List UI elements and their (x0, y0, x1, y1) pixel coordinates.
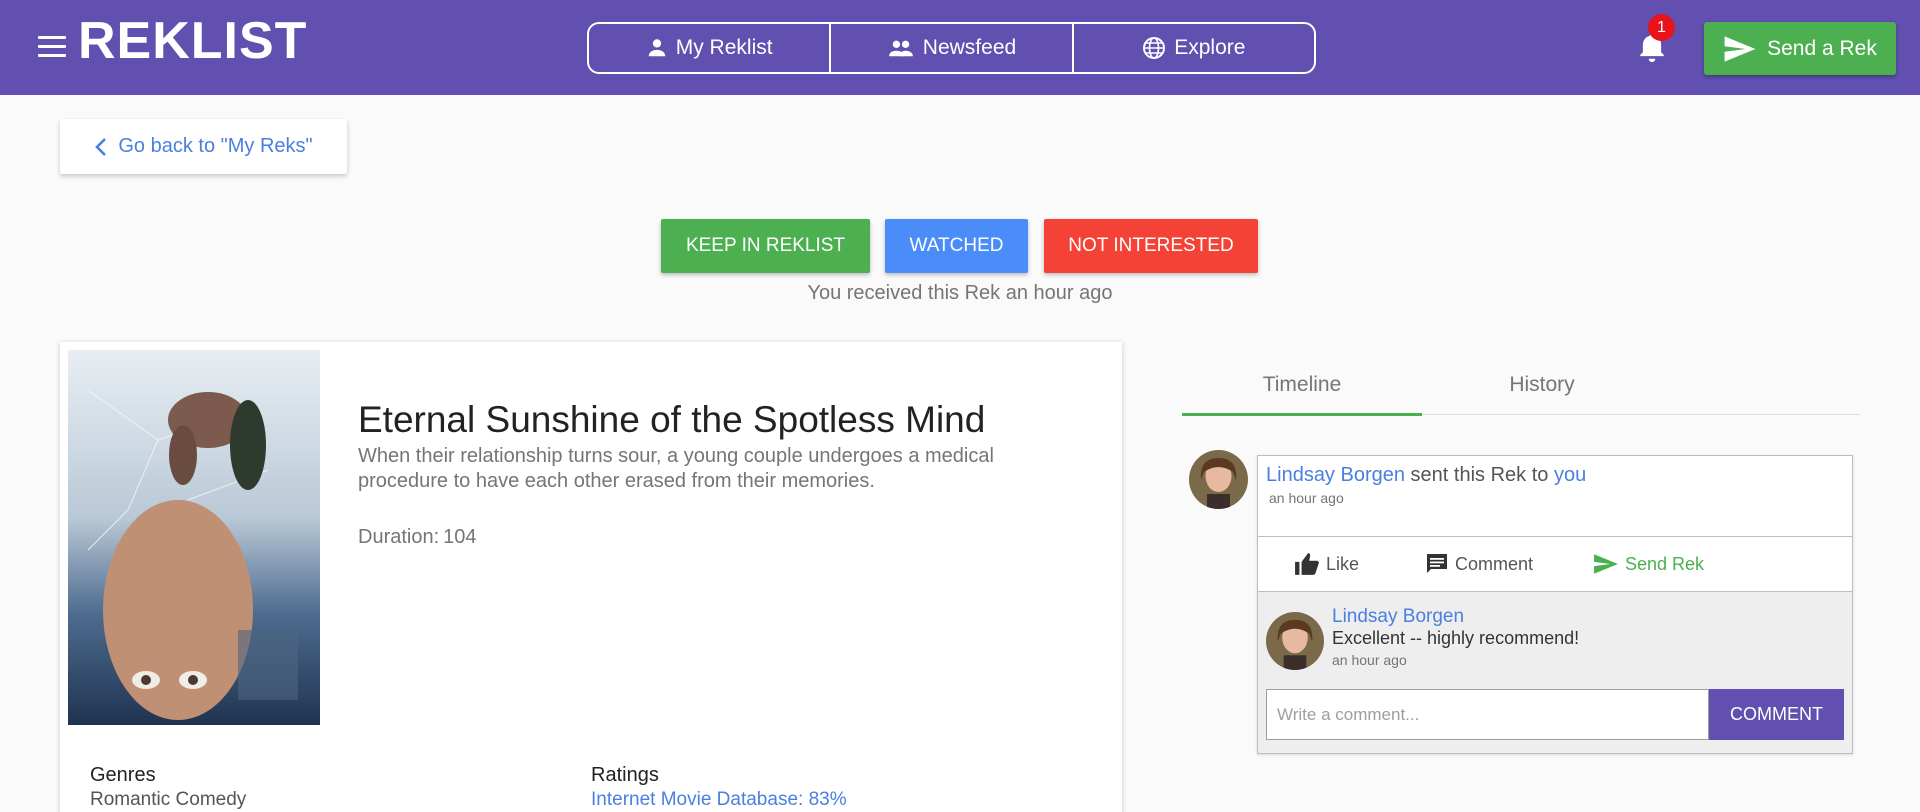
comment-time: an hour ago (1332, 652, 1407, 668)
comment-label: Comment (1455, 553, 1534, 574)
duration-value: 104 (443, 526, 477, 548)
movie-title: Eternal Sunshine of the Spotless Mind (358, 399, 986, 440)
go-back-label: Go back to "My Reks" (118, 135, 313, 157)
timeline-card: Lindsay Borgen sent this Rek to you an h… (1257, 455, 1853, 754)
sent-text: sent this Rek to (1410, 464, 1549, 486)
avatar[interactable] (1189, 450, 1248, 509)
logo-text: REKLIST (78, 12, 308, 70)
movie-duration: Duration: 104 (358, 526, 477, 549)
timeline-header: Lindsay Borgen sent this Rek to you (1266, 464, 1586, 487)
received-time: an hour ago (1005, 282, 1113, 304)
comment-button[interactable]: Comment (1425, 537, 1533, 591)
nav-label: My Reklist (675, 36, 773, 59)
nav-label: Explore (1174, 36, 1246, 59)
movie-description: When their relationship turns sour, a yo… (358, 445, 994, 492)
tab-history[interactable]: History (1422, 355, 1662, 415)
avatar[interactable] (1266, 612, 1324, 670)
comment-text: Excellent -- highly recommend! (1332, 628, 1580, 648)
genres-value: Romantic Comedy (90, 789, 247, 810)
movie-poster (68, 350, 320, 725)
app-header: REKLIST My Reklist Newsfeed Explore 1 Se… (0, 0, 1920, 95)
duration-label: Duration: (358, 526, 440, 548)
like-label: Like (1326, 553, 1360, 574)
nav-newsfeed[interactable]: Newsfeed (829, 24, 1071, 72)
tab-timeline[interactable]: Timeline (1182, 355, 1422, 415)
ratings-heading: Ratings (591, 764, 659, 786)
reklist-logo[interactable]: REKLIST (78, 10, 307, 72)
comment-icon (1427, 554, 1447, 573)
received-text: You received this Rek (807, 282, 1001, 304)
nav-my-reklist[interactable]: My Reklist (589, 24, 829, 72)
chevron-left-icon (95, 137, 107, 156)
comment-author-link[interactable]: Lindsay Borgen (1332, 606, 1464, 628)
timeline-actions: Like Comment Send Rek (1258, 536, 1852, 592)
active-tab-indicator (1182, 413, 1422, 416)
genres-heading: Genres (90, 764, 156, 786)
person-icon (648, 39, 665, 57)
timeline-time: an hour ago (1269, 490, 1344, 506)
received-status: You received this Rek an hour ago (660, 282, 1260, 305)
sender-link[interactable]: Lindsay Borgen (1266, 464, 1405, 486)
comment-input[interactable] (1266, 689, 1709, 740)
comments-section: Lindsay Borgen Excellent -- highly recom… (1258, 592, 1852, 753)
send-icon (1594, 554, 1618, 574)
go-back-button[interactable]: Go back to "My Reks" (60, 119, 347, 174)
submit-comment-button[interactable]: Comment (1709, 689, 1844, 740)
notification-badge[interactable]: 1 (1648, 14, 1675, 41)
not-interested-button[interactable]: Not interested (1044, 219, 1258, 273)
nav-explore[interactable]: Explore (1071, 24, 1314, 72)
imdb-rating-link[interactable]: Internet Movie Database: 83% (591, 789, 847, 811)
nav-label: Newsfeed (922, 36, 1017, 59)
people-icon (888, 40, 913, 57)
send-rek-button[interactable]: Send Rek (1593, 537, 1704, 591)
like-button[interactable]: Like (1294, 537, 1359, 591)
menu-icon[interactable] (38, 36, 66, 58)
main-nav: My Reklist Newsfeed Explore (587, 22, 1316, 74)
send-rek-label: Send Rek (1625, 553, 1705, 574)
movie-card: Eternal Sunshine of the Spotless Mind Wh… (60, 342, 1122, 812)
watched-button[interactable]: Watched (885, 219, 1028, 273)
globe-icon (1143, 37, 1166, 59)
keep-in-reklist-button[interactable]: Keep in Reklist (661, 219, 870, 273)
timeline-tabs: Timeline History (1182, 355, 1860, 416)
send-a-rek-label: Send a Rek (1767, 36, 1877, 60)
thumb-up-icon (1295, 553, 1319, 575)
recipient-link[interactable]: you (1554, 464, 1586, 486)
send-icon (1724, 35, 1756, 62)
send-a-rek-button[interactable]: Send a Rek (1704, 22, 1896, 75)
